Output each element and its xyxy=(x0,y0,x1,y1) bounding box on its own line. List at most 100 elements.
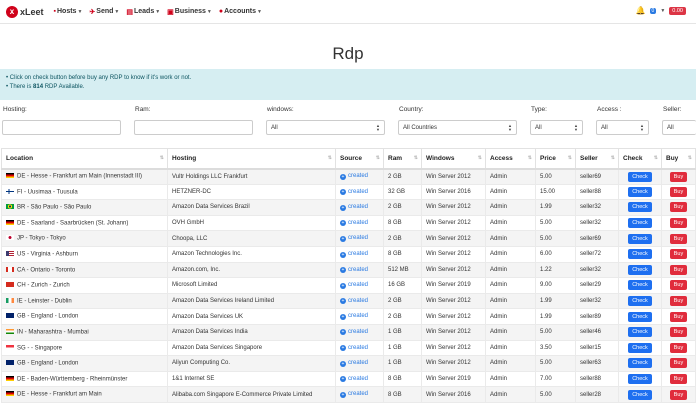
column-header-windows[interactable]: Windows ⇅ xyxy=(421,148,486,170)
buy-button[interactable]: Buy xyxy=(669,218,688,229)
source-link[interactable]: + created xyxy=(340,391,368,398)
buy-button[interactable]: Buy xyxy=(669,311,688,322)
check-button[interactable]: Check xyxy=(628,249,652,260)
column-header-source[interactable]: Source ⇅ xyxy=(335,148,384,170)
column-header-buy[interactable]: Buy ⇅ xyxy=(661,148,696,170)
column-header-location[interactable]: Location ⇅ xyxy=(1,148,168,170)
source-link[interactable]: + created xyxy=(340,251,368,258)
check-button[interactable]: Check xyxy=(628,311,652,322)
buy-button[interactable]: Buy xyxy=(669,202,688,213)
buy-button[interactable]: Buy xyxy=(669,374,688,385)
check-button[interactable]: Check xyxy=(628,171,652,182)
plus-circle-icon: + xyxy=(340,376,346,383)
cell-check: Check xyxy=(618,323,662,341)
buy-button[interactable]: Buy xyxy=(669,186,688,197)
type-select[interactable]: All ▲ ▼ xyxy=(530,120,583,135)
cell-source: + created xyxy=(335,168,384,185)
cell-hosting: Alibaba.com Singapore E-Commerce Private… xyxy=(167,386,336,403)
ram-input[interactable] xyxy=(134,120,253,135)
buy-button[interactable]: Buy xyxy=(669,358,688,369)
cell-access: Admin xyxy=(485,355,536,372)
check-button[interactable]: Check xyxy=(628,374,652,385)
check-button[interactable]: Check xyxy=(628,296,652,307)
source-link[interactable]: + created xyxy=(340,282,368,289)
source-link[interactable]: + created xyxy=(340,220,368,227)
cell-buy: Buy xyxy=(661,292,696,310)
cell-price: 15.00 xyxy=(535,183,576,201)
cell-buy: Buy xyxy=(661,323,696,341)
nav-label: Leads xyxy=(133,8,155,15)
nav-accounts[interactable]: ● Accounts ▼ xyxy=(219,8,262,16)
buy-button[interactable]: Buy xyxy=(669,264,688,275)
table-row: FI - Uusimaa - Tuusula HETZNER-DC + created… xyxy=(1,183,696,201)
check-button[interactable]: Check xyxy=(628,342,652,353)
cell-windows: Win Server 2016 xyxy=(421,386,486,403)
source-link[interactable]: + created xyxy=(340,313,368,320)
source-link[interactable]: + created xyxy=(340,173,368,180)
type-label: Type: xyxy=(531,106,547,113)
table-row: DE - Saarland - Saarbrücken (St. Johann)… xyxy=(1,214,696,232)
source-link[interactable]: + created xyxy=(340,235,368,242)
buy-button[interactable]: Buy xyxy=(669,389,688,400)
cell-windows: Win Server 2012 xyxy=(421,323,486,341)
check-button[interactable]: Check xyxy=(628,233,652,244)
source-link[interactable]: + created xyxy=(340,298,368,305)
sort-icon: ⇅ xyxy=(327,155,332,161)
header-right: 🔔 0 ▼ 0.00 xyxy=(636,6,686,15)
check-button[interactable]: Check xyxy=(628,264,652,275)
nav-leads[interactable]: ▤ Leads ▼ xyxy=(126,8,160,16)
bell-icon[interactable]: 🔔 xyxy=(636,6,646,15)
balance-badge[interactable]: 0.00 xyxy=(669,6,686,15)
buy-button[interactable]: Buy xyxy=(669,296,688,307)
notification-caret-icon[interactable]: ▼ xyxy=(660,8,665,14)
source-link[interactable]: + created xyxy=(340,204,368,211)
source-link[interactable]: + created xyxy=(340,345,368,352)
buy-button[interactable]: Buy xyxy=(669,249,688,260)
cell-ram: 2 GB xyxy=(383,199,422,216)
cell-windows: Win Server 2012 xyxy=(421,339,486,357)
country-select[interactable]: All Countries ▲ ▼ xyxy=(398,120,517,135)
source-link[interactable]: + created xyxy=(340,189,368,196)
notification-count[interactable]: 0 xyxy=(649,7,657,14)
nav-business[interactable]: ▣ Business ▼ xyxy=(167,8,212,16)
column-header-seller[interactable]: Seller ⇅ xyxy=(575,148,619,170)
cell-windows: Win Server 2019 xyxy=(421,277,486,294)
column-header-check[interactable]: Check ⇅ xyxy=(618,148,662,170)
check-button[interactable]: Check xyxy=(628,280,652,291)
seller-select[interactable]: All xyxy=(662,120,696,135)
buy-button[interactable]: Buy xyxy=(669,327,688,338)
check-button[interactable]: Check xyxy=(628,358,652,369)
cell-check: Check xyxy=(618,308,662,325)
source-link[interactable]: + created xyxy=(340,360,368,367)
windows-select[interactable]: All ▲ ▼ xyxy=(266,120,385,135)
buy-button[interactable]: Buy xyxy=(669,280,688,291)
buy-button[interactable]: Buy xyxy=(669,342,688,353)
check-button[interactable]: Check xyxy=(628,389,652,400)
cell-price: 5.00 xyxy=(535,355,576,372)
check-button[interactable]: Check xyxy=(628,218,652,229)
source-link[interactable]: + created xyxy=(340,267,368,274)
user-icon: ● xyxy=(218,8,224,15)
source-link[interactable]: + created xyxy=(340,329,368,336)
check-button[interactable]: Check xyxy=(628,202,652,213)
column-header-access[interactable]: Access ⇅ xyxy=(485,148,536,170)
source-link[interactable]: + created xyxy=(340,376,368,383)
cell-source: + created xyxy=(335,323,384,341)
access-select[interactable]: All ▲ ▼ xyxy=(596,120,649,135)
column-header-price[interactable]: Price ⇅ xyxy=(535,148,576,170)
ram-label: Ram: xyxy=(135,106,151,113)
check-button[interactable]: Check xyxy=(628,327,652,338)
cell-check: Check xyxy=(618,214,662,232)
buy-button[interactable]: Buy xyxy=(669,233,688,244)
column-header-hosting[interactable]: Hosting ⇅ xyxy=(167,148,336,170)
buy-button[interactable]: Buy xyxy=(669,171,688,182)
check-button[interactable]: Check xyxy=(628,186,652,197)
plus-circle-icon: + xyxy=(340,235,346,242)
windows-label: windows: xyxy=(267,106,294,113)
nav-hosts[interactable]: ▪ Hosts ▼ xyxy=(54,8,83,16)
brand[interactable]: x xLeet xyxy=(6,5,44,18)
nav-send[interactable]: ✈ Send ▼ xyxy=(89,8,119,16)
hosting-input[interactable] xyxy=(2,120,121,135)
column-header-ram[interactable]: Ram ⇅ xyxy=(383,148,422,170)
cell-ram: 16 GB xyxy=(383,277,422,294)
